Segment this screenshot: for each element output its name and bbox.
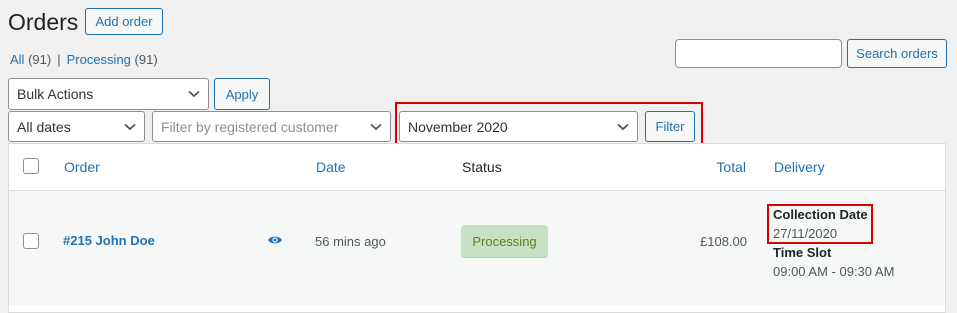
view-processing-link[interactable]: Processing (91) <box>67 52 158 67</box>
order-total: £108.00 <box>700 234 747 249</box>
view-processing-count: (91) <box>134 52 158 67</box>
column-header-date[interactable]: Date <box>316 158 346 176</box>
status-badge: Processing <box>461 225 548 258</box>
chevron-down-icon <box>124 123 136 130</box>
order-status-views: All (91) | Processing (91) <box>10 52 158 67</box>
bulk-actions-value: Bulk Actions <box>17 86 94 102</box>
dates-filter-value: All dates <box>17 118 71 135</box>
column-header-order[interactable]: Order <box>64 158 100 176</box>
time-slot-value: 09:00 AM - 09:30 AM <box>773 264 895 279</box>
column-header-delivery: Delivery <box>774 159 825 175</box>
eye-icon[interactable] <box>267 234 283 246</box>
search-orders-input[interactable] <box>675 39 842 68</box>
views-separator: | <box>57 52 61 67</box>
bulk-actions-select[interactable]: Bulk Actions <box>8 78 209 110</box>
order-link[interactable]: #215 John Doe <box>63 233 155 248</box>
search-orders-button[interactable]: Search orders <box>847 39 947 68</box>
page-title: Orders <box>8 9 79 35</box>
column-header-total[interactable]: Total <box>700 158 746 176</box>
row-select-checkbox[interactable] <box>23 233 39 249</box>
time-slot-label: Time Slot <box>773 245 832 260</box>
customer-filter-placeholder: Filter by registered customer <box>161 118 339 135</box>
table-header-divider <box>9 190 945 191</box>
customer-filter-select[interactable]: Filter by registered customer <box>152 111 391 142</box>
column-header-status: Status <box>462 159 502 175</box>
apply-button[interactable]: Apply <box>214 78 270 110</box>
dates-filter-select[interactable]: All dates <box>8 111 145 142</box>
view-all-count: (91) <box>28 52 52 67</box>
view-processing-label: Processing <box>66 52 131 67</box>
view-all-label: All <box>10 52 25 67</box>
add-order-button[interactable]: Add order <box>85 8 163 35</box>
select-all-checkbox[interactable] <box>23 158 39 174</box>
collection-date-highlight <box>767 204 873 244</box>
chevron-down-icon <box>370 123 382 130</box>
chevron-down-icon <box>188 90 200 98</box>
order-date: 56 mins ago <box>315 234 386 249</box>
view-all-link[interactable]: All (91) <box>10 52 51 67</box>
